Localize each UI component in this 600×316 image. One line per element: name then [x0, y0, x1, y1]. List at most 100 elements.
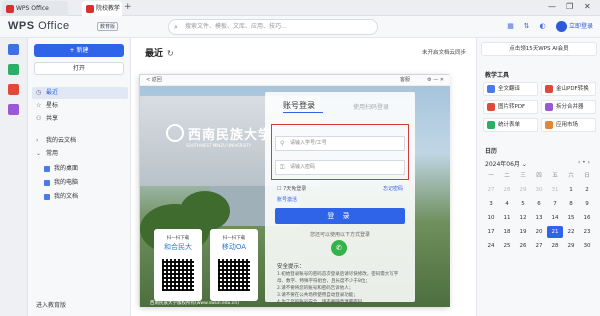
- skin-icon[interactable]: ◐: [537, 21, 548, 32]
- docs-app-icon[interactable]: [8, 44, 19, 55]
- calendar-day[interactable]: 12: [515, 212, 531, 224]
- calendar-day[interactable]: 22: [563, 226, 579, 238]
- login-submit-button[interactable]: 登 录: [275, 208, 405, 224]
- campus-background: 西南民族大学 SOUTHWEST MINZU UNIVERSITY 扫一扫下载 …: [140, 86, 450, 307]
- apps-icon[interactable]: ▦: [505, 21, 516, 32]
- calendar-day[interactable]: 4: [499, 198, 515, 210]
- calendar-day[interactable]: 21: [547, 226, 563, 238]
- calendar-day[interactable]: 29: [515, 184, 531, 196]
- login-button[interactable]: 立即登录: [556, 20, 593, 33]
- highlight-box: [271, 124, 409, 180]
- copyright-text: 西南民族大学版权所有(www.swun.edu.cn): [150, 301, 239, 306]
- close-window-button[interactable]: ✕: [584, 2, 591, 11]
- calendar-day[interactable]: 11: [499, 212, 515, 224]
- calendar-day[interactable]: 20: [531, 226, 547, 238]
- calendar-day[interactable]: 7: [547, 198, 563, 210]
- calendar-day[interactable]: 25: [499, 240, 515, 252]
- tab-underline: [283, 112, 323, 113]
- calendar-weekday: 三: [520, 173, 526, 179]
- wechat-login-icon[interactable]: ✆: [331, 240, 347, 256]
- tool-app-market[interactable]: 应用市场: [541, 118, 596, 132]
- sidebar-item-documents[interactable]: 我的文档: [32, 191, 128, 203]
- calendar-day[interactable]: 6: [531, 198, 547, 210]
- tab-qr-login[interactable]: 使用扫码登录: [353, 102, 389, 111]
- calendar-day[interactable]: 27: [531, 240, 547, 252]
- calendar-day[interactable]: 28: [499, 184, 515, 196]
- tool-pdf-convert[interactable]: 金山PDF转换: [541, 82, 596, 96]
- sidebar-item-common[interactable]: ⌄ 常用: [32, 148, 128, 160]
- sidebar-item-shared[interactable]: ⚇ 共享: [32, 113, 128, 125]
- calendar-day[interactable]: 30: [531, 184, 547, 196]
- calendar-month[interactable]: 2024年06月 ⌄: [485, 159, 527, 168]
- tool-form[interactable]: 统计表单: [483, 118, 538, 132]
- calendar-day[interactable]: 2: [579, 184, 595, 196]
- tool-image-to-pdf[interactable]: 图片转PDF: [483, 100, 538, 114]
- translate-icon: [487, 85, 495, 93]
- tool-translate[interactable]: 全文翻译: [483, 82, 538, 96]
- sidebar-item-computer[interactable]: 我的电脑: [32, 177, 128, 189]
- forgot-password-link[interactable]: 忘记密码: [383, 185, 403, 192]
- right-panel: 点击领15天WPS AI会员 教学工具 全文翻译 金山PDF转换 图片转PDF …: [476, 38, 600, 316]
- apps-app-icon[interactable]: [8, 104, 19, 115]
- calendar-day[interactable]: 18: [499, 226, 515, 238]
- calendar-day[interactable]: 27: [483, 184, 499, 196]
- calendar-day[interactable]: 13: [531, 212, 547, 224]
- remember-checkbox[interactable]: ☐ 7天免登录: [277, 185, 306, 192]
- calendar-day[interactable]: 31: [547, 184, 563, 196]
- calendar-day[interactable]: 10: [483, 212, 499, 224]
- tip-line: 4.为了您的账号安全，请不要随意泄露密码: [277, 300, 363, 305]
- open-button[interactable]: 打开: [34, 62, 124, 75]
- qr-title: 扫一扫下载: [166, 236, 190, 241]
- dialog-bar: < 返回 客服 ⚙ — ✕: [140, 75, 450, 86]
- calendar-day[interactable]: 17: [483, 226, 499, 238]
- calendar-day[interactable]: 24: [483, 240, 499, 252]
- sidebar-item-recent[interactable]: ◷ 最近: [32, 87, 128, 99]
- help-button[interactable]: 客服: [400, 75, 410, 86]
- calendar-day[interactable]: 28: [547, 240, 563, 252]
- calendar-day[interactable]: 23: [579, 226, 595, 238]
- maximize-button[interactable]: ❐: [566, 2, 573, 11]
- qr-title: 扫一扫下载: [222, 236, 246, 241]
- enter-edu-link[interactable]: 进入教育版: [36, 300, 66, 309]
- school-icon: [86, 5, 94, 13]
- pdf-app-icon[interactable]: [8, 84, 19, 95]
- sidebar-item-starred[interactable]: ☆ 星标: [32, 100, 128, 112]
- university-seal: [166, 124, 184, 142]
- tab-school[interactable]: 院校教学辅助 ✕: [82, 1, 122, 27]
- tab-wps-office[interactable]: WPS Office: [2, 1, 68, 16]
- new-tab-button[interactable]: +: [124, 2, 132, 12]
- tool-split-merge[interactable]: 拆分合并器: [541, 100, 596, 114]
- calendar-weekday: 五: [552, 173, 558, 179]
- calendar-day[interactable]: 16: [579, 212, 595, 224]
- activate-account-link[interactable]: 账号激活: [277, 196, 297, 203]
- calendar-day[interactable]: 5: [515, 198, 531, 210]
- sidebar-item-cloud[interactable]: › 我的云文档: [32, 135, 128, 147]
- dialog-controls[interactable]: ⚙ — ✕: [427, 75, 444, 86]
- calendar-day[interactable]: 14: [547, 212, 563, 224]
- calendar-day[interactable]: 15: [563, 212, 579, 224]
- tab-account-login[interactable]: 账号登录: [283, 100, 315, 111]
- ai-banner[interactable]: 点击领15天WPS AI会员: [481, 42, 597, 56]
- qr-name: 移动OA: [221, 243, 247, 251]
- app-logo: WPS Office: [8, 20, 70, 32]
- calendar-day[interactable]: 9: [579, 198, 595, 210]
- calendar-day[interactable]: 8: [563, 198, 579, 210]
- sync-note[interactable]: 未开启文档云同步: [422, 48, 466, 56]
- calendar-nav[interactable]: ‹ • ›: [578, 159, 590, 166]
- calendar-day[interactable]: 19: [515, 226, 531, 238]
- calendar-day[interactable]: 26: [515, 240, 531, 252]
- minimize-button[interactable]: —: [548, 2, 556, 11]
- refresh-icon[interactable]: ↻: [167, 49, 174, 58]
- calendar-day[interactable]: 3: [483, 198, 499, 210]
- calendar-day[interactable]: 30: [579, 240, 595, 252]
- sync-icon[interactable]: ⇅: [521, 21, 532, 32]
- new-button[interactable]: + 新建: [34, 44, 124, 57]
- back-button[interactable]: < 返回: [146, 75, 162, 86]
- search-input[interactable]: ⌕ 搜索文件、模板、文库、应用、技巧...: [168, 19, 378, 35]
- sidebar-item-desktop[interactable]: 我的桌面: [32, 163, 128, 175]
- sheets-app-icon[interactable]: [8, 64, 19, 75]
- calendar-day[interactable]: 1: [563, 184, 579, 196]
- calendar-day[interactable]: 29: [563, 240, 579, 252]
- app-switcher: [0, 38, 28, 316]
- close-tab-icon[interactable]: ✕: [113, 1, 119, 16]
